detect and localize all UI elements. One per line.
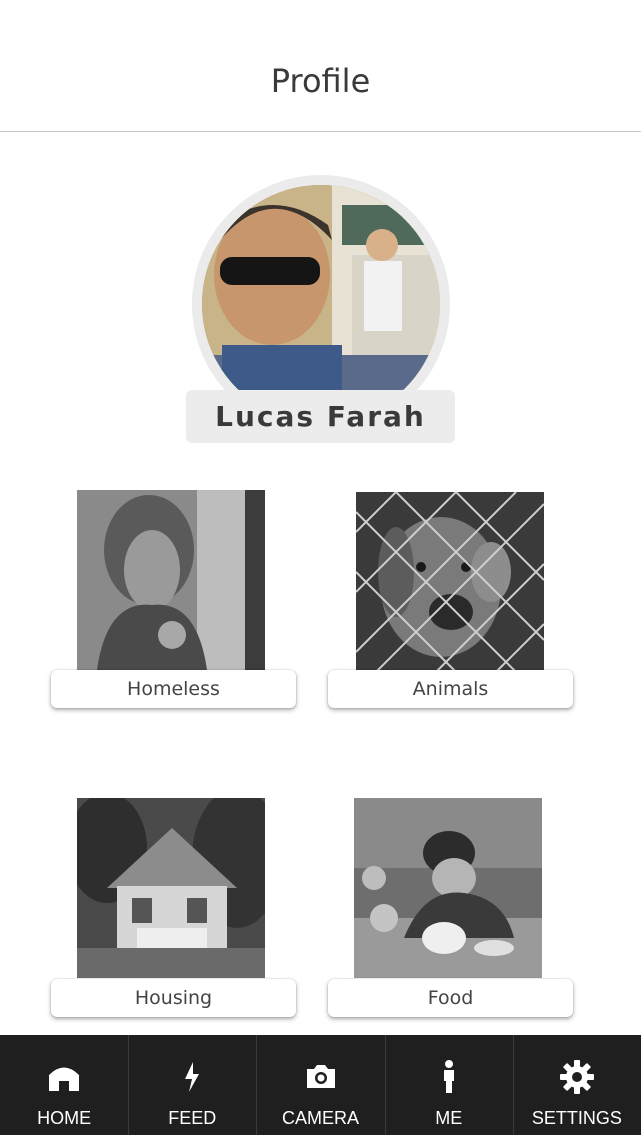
- animals-photo[interactable]: [356, 492, 544, 672]
- tab-settings[interactable]: SETTINGS: [512, 1035, 641, 1135]
- tab-feed-label: FEED: [168, 1108, 217, 1128]
- gear-icon: [557, 1057, 597, 1097]
- feed-icon: [172, 1057, 212, 1097]
- top-bar: Profile: [0, 0, 641, 132]
- tab-camera-label: CAMERA: [282, 1108, 360, 1128]
- tab-me[interactable]: ME: [384, 1035, 513, 1135]
- food-image: [354, 798, 542, 978]
- housing-button[interactable]: Housing: [51, 979, 296, 1017]
- animals-image: [356, 492, 544, 672]
- housing-photo[interactable]: [77, 798, 265, 978]
- animals-button[interactable]: Animals: [328, 670, 573, 708]
- camera-icon: [301, 1057, 341, 1097]
- homeless-button[interactable]: Homeless: [51, 670, 296, 708]
- homeless-photo[interactable]: [77, 490, 265, 670]
- avatar-photo: [202, 185, 440, 423]
- person-icon: [429, 1057, 469, 1097]
- tab-settings-label: SETTINGS: [531, 1108, 622, 1128]
- housing-image: [77, 798, 265, 978]
- food-photo[interactable]: [354, 798, 542, 978]
- home-icon: [44, 1057, 84, 1097]
- tab-me-label: ME: [435, 1108, 463, 1128]
- tab-home[interactable]: HOME: [0, 1035, 128, 1135]
- page-title: Profile: [270, 62, 371, 100]
- food-button[interactable]: Food: [328, 979, 573, 1017]
- tab-home-label: HOME: [37, 1108, 92, 1128]
- tab-camera[interactable]: CAMERA: [256, 1035, 384, 1135]
- avatar[interactable]: [202, 185, 440, 423]
- tab-feed[interactable]: FEED: [128, 1035, 256, 1135]
- tab-bar: HOME FEED CAMERA ME SETTINGS: [0, 1035, 641, 1135]
- homeless-image: [77, 490, 265, 670]
- profile-name: Lucas Farah: [186, 390, 455, 443]
